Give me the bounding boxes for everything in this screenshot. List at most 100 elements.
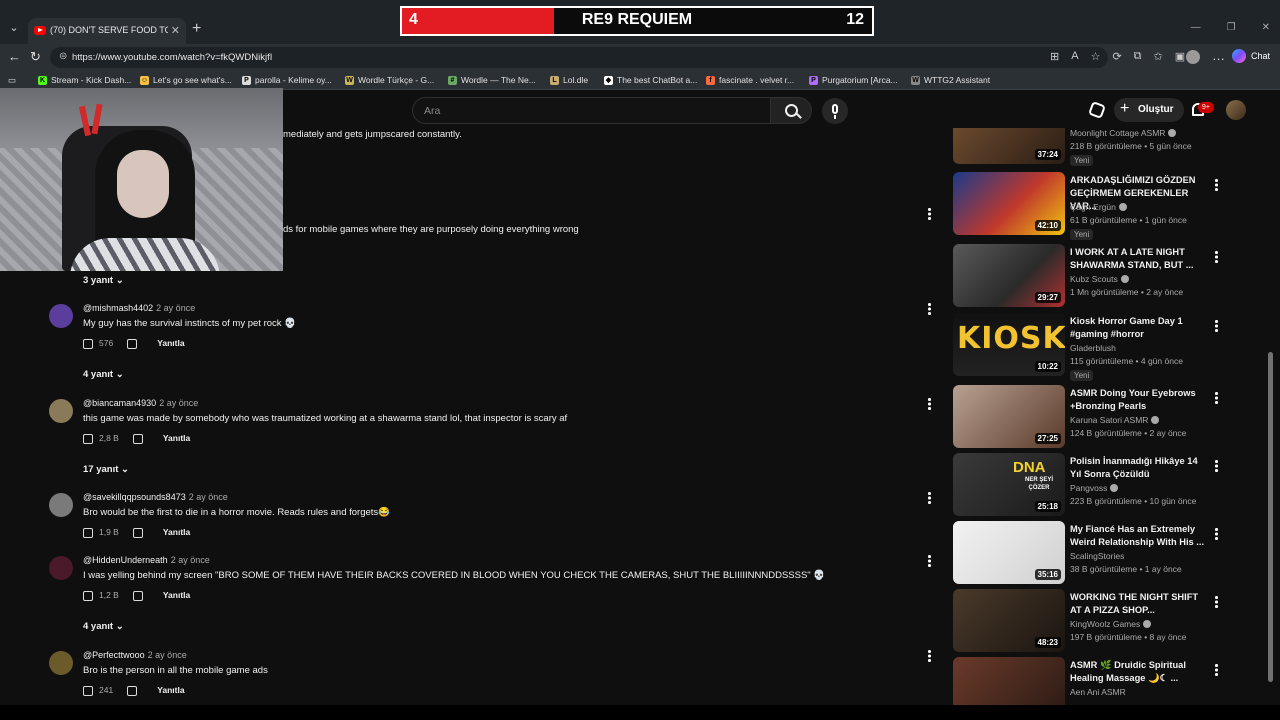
comment-timestamp[interactable]: 2 ay önce [189, 492, 228, 502]
video-thumbnail[interactable]: 42:10 [953, 172, 1065, 235]
commenter-avatar[interactable] [49, 304, 73, 328]
channel-name[interactable]: Gladerblush [1070, 343, 1116, 353]
reply-button[interactable]: Yanıtla [157, 685, 184, 695]
minimize-icon[interactable]: — [1191, 22, 1201, 33]
browser-profile-icon[interactable] [1186, 50, 1200, 64]
like-thumb-icon[interactable] [83, 433, 93, 444]
like-thumb-icon[interactable] [83, 590, 93, 601]
dislike-thumb-icon[interactable] [132, 527, 143, 538]
replies-toggle[interactable]: 17 yanıt ⌄ [83, 464, 129, 475]
more-options-icon[interactable]: … [1212, 48, 1225, 63]
translate-icon[interactable]: A [1071, 50, 1078, 63]
reply-button[interactable]: Yanıtla [163, 433, 190, 443]
video-title[interactable]: I WORK AT A LATE NIGHT SHAWARMA STAND, B… [1070, 246, 1208, 272]
comment-timestamp[interactable]: 2 ay önce [148, 650, 187, 660]
channel-name[interactable]: Pangvoss [1070, 483, 1119, 493]
refresh-extension-icon[interactable]: ⟳ [1112, 50, 1121, 63]
video-title[interactable]: My Fiancé Has an Extremely Weird Relatio… [1070, 523, 1208, 549]
like-thumb-icon[interactable] [83, 685, 93, 696]
video-thumbnail[interactable]: 48:23 [953, 589, 1065, 652]
video-menu-icon[interactable] [1214, 179, 1218, 191]
comment-menu-icon[interactable] [927, 208, 931, 220]
comment-author[interactable]: @biancaman4930 2 ay önce [83, 398, 198, 408]
comment-author-name[interactable]: @Perfecttwooo [83, 650, 145, 660]
video-menu-icon[interactable] [1214, 392, 1218, 404]
comment-timestamp[interactable]: 2 ay önce [171, 555, 210, 565]
split-screen-icon[interactable]: ⧉ [1134, 50, 1142, 63]
video-menu-icon[interactable] [1214, 664, 1218, 676]
favorites-icon[interactable]: ✩ [1154, 50, 1163, 63]
recommended-video[interactable]: 29:27 I WORK AT A LATE NIGHT SHAWARMA STA… [953, 244, 1253, 308]
comment-menu-icon[interactable] [927, 492, 931, 504]
comment-author-name[interactable]: @mishmash4402 [83, 303, 153, 313]
comment-author-name[interactable]: @savekillqqpsounds8473 [83, 492, 186, 502]
video-menu-icon[interactable] [1214, 528, 1218, 540]
comment-menu-icon[interactable] [927, 303, 931, 315]
close-window-icon[interactable]: ✕ [1262, 22, 1270, 33]
commenter-avatar[interactable] [49, 651, 73, 675]
favorite-star-icon[interactable]: ☆ [1091, 50, 1101, 63]
page-scrollbar[interactable] [1268, 352, 1273, 682]
video-menu-icon[interactable] [1214, 320, 1218, 332]
replies-toggle[interactable]: 3 yanıt ⌄ [83, 275, 124, 286]
comment-menu-icon[interactable] [927, 650, 931, 662]
like-thumb-icon[interactable] [83, 338, 93, 349]
video-thumbnail[interactable]: 29:27 [953, 244, 1065, 307]
commenter-avatar[interactable] [49, 493, 73, 517]
dislike-thumb-icon[interactable] [132, 590, 143, 601]
channel-name[interactable]: Aen Ani ASMR [1070, 687, 1126, 697]
replies-toggle[interactable]: 4 yanıt ⌄ [83, 369, 124, 380]
recommended-video[interactable]: DNA NER ŞEYİ ÇÖZER 25:18 Polisin İnanmadığı… [953, 453, 1253, 517]
comment-author[interactable]: @savekillqqpsounds8473 2 ay önce [83, 492, 228, 502]
collections-icon[interactable]: ▣ [1175, 50, 1185, 63]
video-title[interactable]: Kiosk Horror Game Day 1 #gaming #horror [1070, 315, 1208, 341]
reply-button[interactable]: Yanıtla [163, 590, 190, 600]
restore-icon[interactable]: ❐ [1227, 22, 1236, 33]
commenter-avatar[interactable] [49, 399, 73, 423]
comment-menu-icon[interactable] [927, 555, 931, 567]
apps-icon[interactable]: ⊞ [1050, 50, 1059, 63]
recommended-video[interactable]: 35:16 My Fiancé Has an Extremely Weird Re… [953, 521, 1253, 585]
comment-author[interactable]: @Perfecttwooo 2 ay önce [83, 650, 187, 660]
comment-author[interactable]: @HiddenUnderneath 2 ay önce [83, 555, 210, 565]
comment-menu-icon[interactable] [927, 398, 931, 410]
video-thumbnail[interactable]: KIOSK 10:22 [953, 313, 1065, 376]
recommended-video[interactable]: 42:10 ARKADAŞLIĞIMIZI GÖZDEN GEÇİRMEM GER… [953, 172, 1253, 240]
replies-count: 4 yanıt [83, 621, 114, 632]
video-title[interactable]: Polisin İnanmadığı Hikâye 14 Yıl Sonra Ç… [1070, 455, 1208, 481]
channel-name[interactable]: Karuna Satori ASMR [1070, 415, 1160, 425]
video-title[interactable]: ASMR 🌿 Druidic Spiritual Healing Massage… [1070, 659, 1208, 685]
channel-name[interactable]: KingWoolz Games [1070, 619, 1152, 629]
dislike-thumb-icon[interactable] [127, 338, 138, 349]
comment-timestamp[interactable]: 2 ay önce [159, 398, 198, 408]
reply-button[interactable]: Yanıtla [157, 338, 184, 348]
reply-button[interactable]: Yanıtla [163, 527, 190, 537]
channel-name[interactable]: ScalingStories [1070, 551, 1124, 561]
video-thumbnail[interactable]: 27:25 [953, 385, 1065, 448]
comment-author[interactable]: @mishmash4402 2 ay önce [83, 303, 195, 313]
replies-toggle[interactable]: 4 yanıt ⌄ [83, 621, 124, 632]
video-thumbnail[interactable]: DNA NER ŞEYİ ÇÖZER 25:18 [953, 453, 1065, 516]
commenter-avatar[interactable] [49, 556, 73, 580]
recommended-video[interactable]: 37:24 Moonlight Cottage ASMR 218 B görüntü… [953, 101, 1253, 166]
video-menu-icon[interactable] [1214, 251, 1218, 263]
dislike-thumb-icon[interactable] [127, 685, 138, 696]
comment-timestamp[interactable]: 2 ay önce [156, 303, 195, 313]
copilot-chat-button[interactable]: Chat [1232, 49, 1270, 63]
video-menu-icon[interactable] [1214, 460, 1218, 472]
recommended-video[interactable]: KIOSK 10:22 Kiosk Horror Game Day 1 #gamin… [953, 313, 1253, 381]
video-thumbnail[interactable]: 35:16 [953, 521, 1065, 584]
comment-author-name[interactable]: @HiddenUnderneath [83, 555, 168, 565]
channel-name[interactable]: Çağrı Ergün [1070, 202, 1127, 212]
channel-name[interactable]: Kubz Scouts [1070, 274, 1129, 284]
video-thumbnail[interactable]: 37:24 [953, 128, 1065, 164]
recommended-video[interactable]: 48:23 WORKING THE NIGHT SHIFT AT A PIZZA … [953, 589, 1253, 653]
comment-author-name[interactable]: @biancaman4930 [83, 398, 156, 408]
like-thumb-icon[interactable] [83, 527, 93, 538]
video-menu-icon[interactable] [1214, 596, 1218, 608]
video-title[interactable]: ASMR Doing Your Eyebrows +Bronzing Pearl… [1070, 387, 1208, 413]
video-title[interactable]: WORKING THE NIGHT SHIFT AT A PIZZA SHOP.… [1070, 591, 1208, 617]
dislike-thumb-icon[interactable] [132, 433, 143, 444]
channel-name[interactable]: Moonlight Cottage ASMR [1070, 128, 1177, 138]
recommended-video[interactable]: 27:25 ASMR Doing Your Eyebrows +Bronzing … [953, 385, 1253, 449]
